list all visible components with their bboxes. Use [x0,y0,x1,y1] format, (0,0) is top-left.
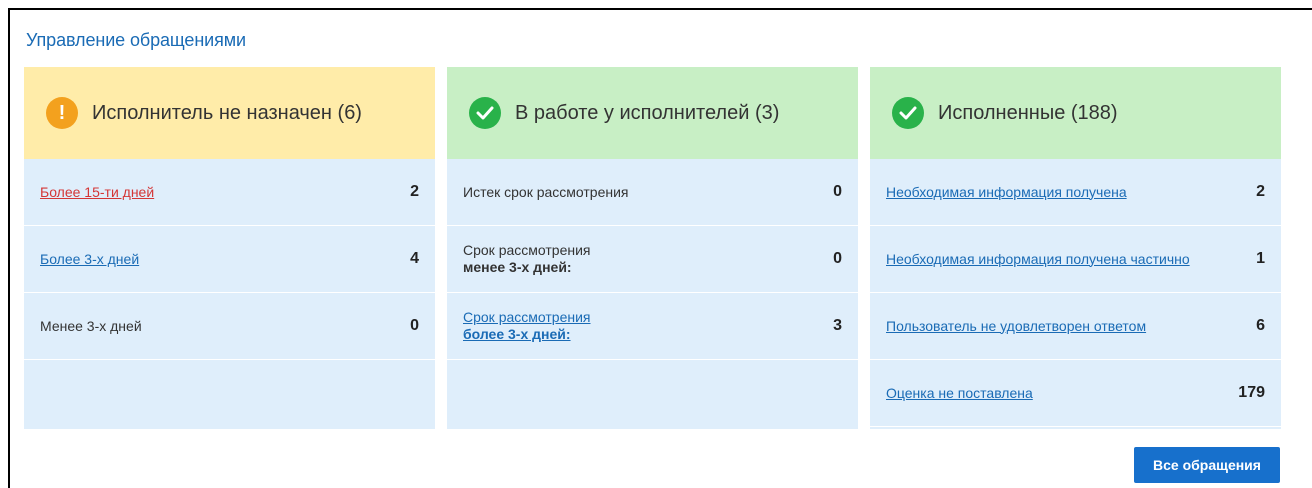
count-value: 3 [833,317,842,334]
label-line-bold: менее 3-х дней: [463,259,572,275]
under-3-days-label: Менее 3-х дней [40,317,142,334]
expired-label: Истек срок рассмотрения [463,183,629,200]
list-item: Срок рассмотрения менее 3-х дней: 0 [447,226,858,293]
column-title: В работе у исполнителей (3) [515,101,780,124]
appeals-panel: Управление обращениями ! Исполнитель не … [8,8,1312,488]
count-value: 0 [410,317,419,334]
column-title: Исполненные (188) [938,101,1118,124]
label-line-bold: более 3-х дней: [463,326,571,342]
list-item: Срок рассмотрения более 3-х дней: 3 [447,293,858,360]
list-item: Необходимая информация получена частично… [870,226,1281,293]
deadline-over-3-days-link[interactable]: Срок рассмотрения более 3-х дней: [463,309,591,343]
info-partially-received-link[interactable]: Необходимая информация получена частично [886,251,1190,268]
list-item: Более 3-х дней 4 [24,226,435,293]
count-value: 179 [1238,384,1265,401]
count-value: 1 [1256,250,1265,267]
list-item: Менее 3-х дней 0 [24,293,435,360]
in-progress-column: В работе у исполнителей (3) Истек срок р… [447,67,858,429]
deadline-under-3-days-label: Срок рассмотрения менее 3-х дней: [463,242,591,276]
column-header: В работе у исполнителей (3) [447,67,858,159]
label-line: Срок рассмотрения [463,242,591,258]
count-value: 2 [410,183,419,200]
column-title: Исполнитель не назначен (6) [92,101,362,124]
column-header: Исполненные (188) [870,67,1281,159]
list-item: Пользователь не удовлетворен ответом 6 [870,293,1281,360]
over-15-days-link[interactable]: Более 15-ти дней [40,184,154,201]
count-value: 0 [833,250,842,267]
list-item: Оценка не поставлена 179 [870,360,1281,427]
label-line: Срок рассмотрения [463,309,591,325]
count-value: 6 [1256,317,1265,334]
unassigned-column: ! Исполнитель не назначен (6) Более 15-т… [24,67,435,429]
user-not-satisfied-link[interactable]: Пользователь не удовлетворен ответом [886,318,1146,335]
all-appeals-button[interactable]: Все обращения [1134,447,1280,483]
count-value: 0 [833,183,842,200]
check-icon [469,97,501,129]
list-item: Истек срок рассмотрения 0 [447,159,858,226]
not-rated-link[interactable]: Оценка не поставлена [886,385,1033,402]
count-value: 2 [1256,183,1265,200]
info-received-link[interactable]: Необходимая информация получена [886,184,1127,201]
over-3-days-link[interactable]: Более 3-х дней [40,251,139,268]
check-icon [892,97,924,129]
list-item: Более 15-ти дней 2 [24,159,435,226]
list-item: Необходимая информация получена 2 [870,159,1281,226]
count-value: 4 [410,250,419,267]
completed-column: Исполненные (188) Необходимая информация… [870,67,1281,429]
column-header: ! Исполнитель не назначен (6) [24,67,435,159]
page-title: Управление обращениями [26,30,246,50]
exclamation-icon: ! [46,97,78,129]
